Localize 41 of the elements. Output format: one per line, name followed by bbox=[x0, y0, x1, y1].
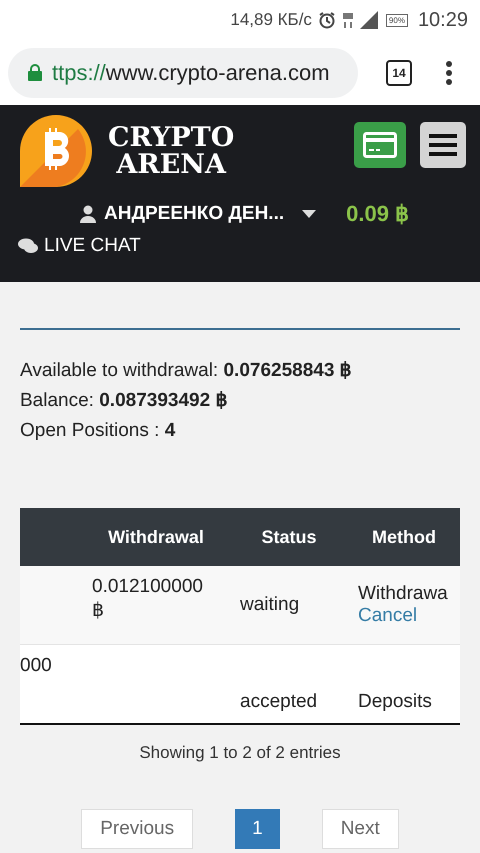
table-cell: waiting bbox=[240, 594, 300, 615]
wallet-button[interactable] bbox=[354, 122, 406, 168]
cancel-link[interactable]: Cancel bbox=[358, 605, 450, 627]
alarm-icon bbox=[318, 11, 336, 29]
tab-count-button[interactable]: 14 bbox=[386, 60, 412, 86]
address-bar[interactable]: ttps://www.crypto-arena.com bbox=[8, 48, 358, 98]
table-cell: accepted bbox=[240, 691, 318, 712]
table-cell: Withdrawa bbox=[358, 583, 448, 604]
battery-icon: 90% bbox=[386, 14, 408, 26]
url-host: www.crypto-arena.com bbox=[106, 60, 330, 86]
summary-line: Balance: 0.087393492 ฿ bbox=[20, 389, 228, 413]
caret-icon[interactable] bbox=[302, 210, 316, 218]
column-header[interactable]: Method bbox=[348, 508, 460, 566]
summary-line: Available to withdrawal: 0.076258843 ฿ bbox=[20, 359, 353, 383]
entries-info: Showing 1 to 2 of 2 entries bbox=[138, 743, 342, 763]
live-chat-link[interactable]: LIVE CHAT bbox=[44, 235, 141, 257]
url-scheme: ttps:// bbox=[52, 60, 106, 86]
table-cell: 0.012100000 ฿ bbox=[92, 576, 203, 621]
menu-button[interactable] bbox=[420, 122, 466, 168]
user-name[interactable]: АНДРЕЕНКО ДЕН... bbox=[104, 203, 284, 225]
signal-icon bbox=[360, 11, 380, 29]
next-button[interactable]: Next bbox=[322, 809, 399, 849]
table-cell: 000 bbox=[20, 655, 52, 676]
previous-button[interactable]: Previous bbox=[81, 809, 194, 849]
lock-icon bbox=[28, 64, 42, 81]
menu-icon bbox=[429, 134, 457, 156]
chat-icon bbox=[18, 238, 38, 254]
user-icon bbox=[80, 205, 96, 223]
table-cell: Deposits bbox=[358, 691, 432, 712]
page-button[interactable]: 1 bbox=[235, 809, 280, 849]
summary-line: Open Positions : 4 bbox=[20, 419, 176, 443]
credit-card-icon bbox=[363, 132, 397, 158]
balance-amount: 0.09 ฿ bbox=[346, 201, 410, 227]
network-speed: 14,89 КБ/с bbox=[230, 10, 312, 30]
clock: 10:29 bbox=[418, 8, 468, 32]
mobile-data-icon bbox=[342, 11, 354, 29]
bitcoin-logo-icon bbox=[18, 113, 94, 189]
logo-text: CRYPTO ARENA bbox=[108, 124, 234, 178]
column-header[interactable]: Withdrawal bbox=[82, 508, 230, 566]
menu-icon[interactable] bbox=[446, 60, 452, 84]
column-header[interactable]: Status bbox=[230, 508, 348, 566]
